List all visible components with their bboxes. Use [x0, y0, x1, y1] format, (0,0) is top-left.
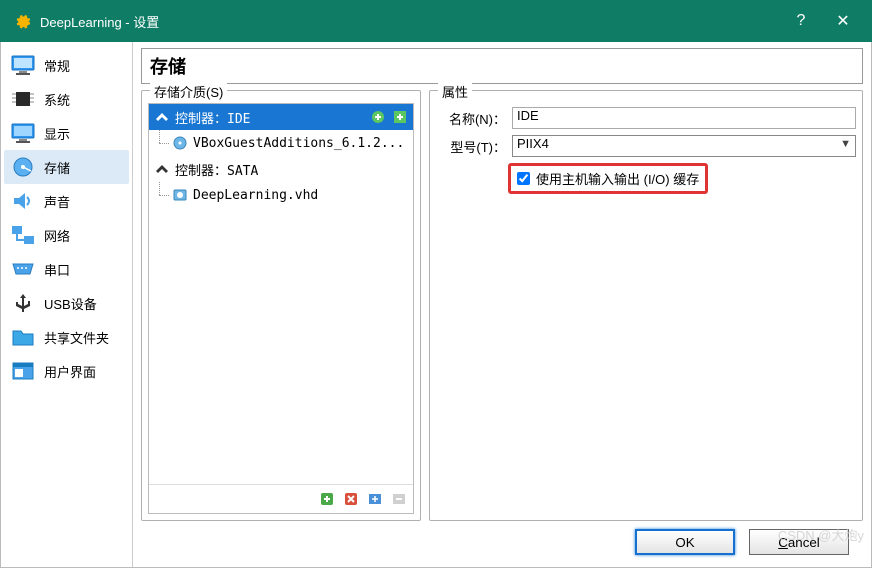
add-attachment-button[interactable]: [365, 489, 385, 509]
titlebar: DeepLearning - 设置 ? ✕: [0, 0, 872, 42]
sidebar-label: 系统: [44, 90, 70, 109]
main-panel: 存储 存储介质(S) 控制器：IDE: [133, 42, 871, 567]
sidebar-label: 用户界面: [44, 362, 96, 381]
cancel-button[interactable]: Cancel: [749, 529, 849, 555]
window-title: DeepLearning - 设置: [40, 12, 780, 31]
chevron-down-icon: ▼: [840, 138, 851, 150]
add-controller-button[interactable]: [317, 489, 337, 509]
sidebar-item-storage[interactable]: 存储: [4, 150, 129, 184]
layout-icon: [10, 360, 36, 382]
sidebar-item-display[interactable]: 显示: [4, 116, 129, 150]
hdd-icon: [171, 186, 189, 204]
properties-panel: 属性 名称(N)： IDE 型号(T)： PIIX4 ▼ 使用主机输入输出 (I…: [429, 90, 863, 521]
sidebar-item-audio[interactable]: 声音: [4, 184, 129, 218]
tree-toolbar: [149, 484, 413, 513]
sidebar-label: 常规: [44, 56, 70, 75]
name-input[interactable]: IDE: [512, 107, 856, 129]
folder-icon: [10, 326, 36, 348]
sidebar: 常规 系统 显示 存储 声音 网络 串口 USB设备: [1, 42, 133, 567]
sidebar-label: 显示: [44, 124, 70, 143]
sidebar-label: 共享文件夹: [44, 328, 109, 347]
gear-icon: [12, 11, 32, 31]
speaker-icon: [10, 190, 36, 212]
chip-icon: [10, 88, 36, 110]
type-label: 型号(T)：: [436, 137, 506, 156]
sidebar-item-system[interactable]: 系统: [4, 82, 129, 116]
sidebar-item-general[interactable]: 常规: [4, 48, 129, 82]
tree-controller-sata[interactable]: 控制器：SATA: [149, 156, 413, 182]
storage-tree-panel: 存储介质(S) 控制器：IDE VBoxGuestAdditions_6.1: [141, 90, 421, 521]
tree-label: 控制器：IDE: [175, 108, 250, 127]
tree-controller-ide[interactable]: 控制器：IDE: [149, 104, 413, 130]
sidebar-item-ui[interactable]: 用户界面: [4, 354, 129, 388]
display-icon: [10, 122, 36, 144]
remove-controller-button[interactable]: [341, 489, 361, 509]
io-cache-highlight: 使用主机输入输出 (I/O) 缓存: [508, 163, 708, 194]
sidebar-item-network[interactable]: 网络: [4, 218, 129, 252]
add-disk-icon[interactable]: [391, 108, 409, 126]
page-heading: 存储: [141, 48, 863, 84]
remove-attachment-button[interactable]: [389, 489, 409, 509]
tree-item-disk[interactable]: DeepLearning.vhd: [149, 182, 413, 208]
sidebar-item-usb[interactable]: USB设备: [4, 286, 129, 320]
controller-icon: [153, 160, 171, 178]
monitor-icon: [10, 54, 36, 76]
sidebar-label: 声音: [44, 192, 70, 211]
io-cache-checkbox[interactable]: [517, 172, 530, 185]
sidebar-label: 串口: [44, 260, 70, 279]
sidebar-label: USB设备: [44, 294, 97, 313]
close-button[interactable]: ✕: [822, 11, 864, 31]
tree-label: VBoxGuestAdditions_6.1.2...: [193, 136, 404, 151]
sidebar-item-serial[interactable]: 串口: [4, 252, 129, 286]
tree-legend: 存储介质(S): [150, 82, 227, 101]
io-cache-label: 使用主机输入输出 (I/O) 缓存: [536, 169, 699, 188]
cd-icon: [171, 134, 189, 152]
content: 常规 系统 显示 存储 声音 网络 串口 USB设备: [0, 42, 872, 568]
usb-icon: [10, 292, 36, 314]
ok-button[interactable]: OK: [635, 529, 735, 555]
network-icon: [10, 224, 36, 246]
dialog-buttons: OK Cancel: [141, 521, 863, 559]
serial-icon: [10, 258, 36, 280]
storage-tree[interactable]: 控制器：IDE VBoxGuestAdditions_6.1.2... 控制器：…: [149, 104, 413, 484]
disk-icon: [10, 156, 36, 178]
type-select[interactable]: PIIX4 ▼: [512, 135, 856, 157]
tree-label: DeepLearning.vhd: [193, 188, 318, 203]
tree-item-optical[interactable]: VBoxGuestAdditions_6.1.2...: [149, 130, 413, 156]
add-optical-icon[interactable]: [369, 108, 387, 126]
help-button[interactable]: ?: [780, 12, 822, 30]
tree-label: 控制器：SATA: [175, 160, 258, 179]
name-label: 名称(N)：: [436, 109, 506, 128]
controller-icon: [153, 108, 171, 126]
sidebar-label: 网络: [44, 226, 70, 245]
sidebar-item-shared[interactable]: 共享文件夹: [4, 320, 129, 354]
props-legend: 属性: [438, 82, 472, 101]
sidebar-label: 存储: [44, 158, 70, 177]
